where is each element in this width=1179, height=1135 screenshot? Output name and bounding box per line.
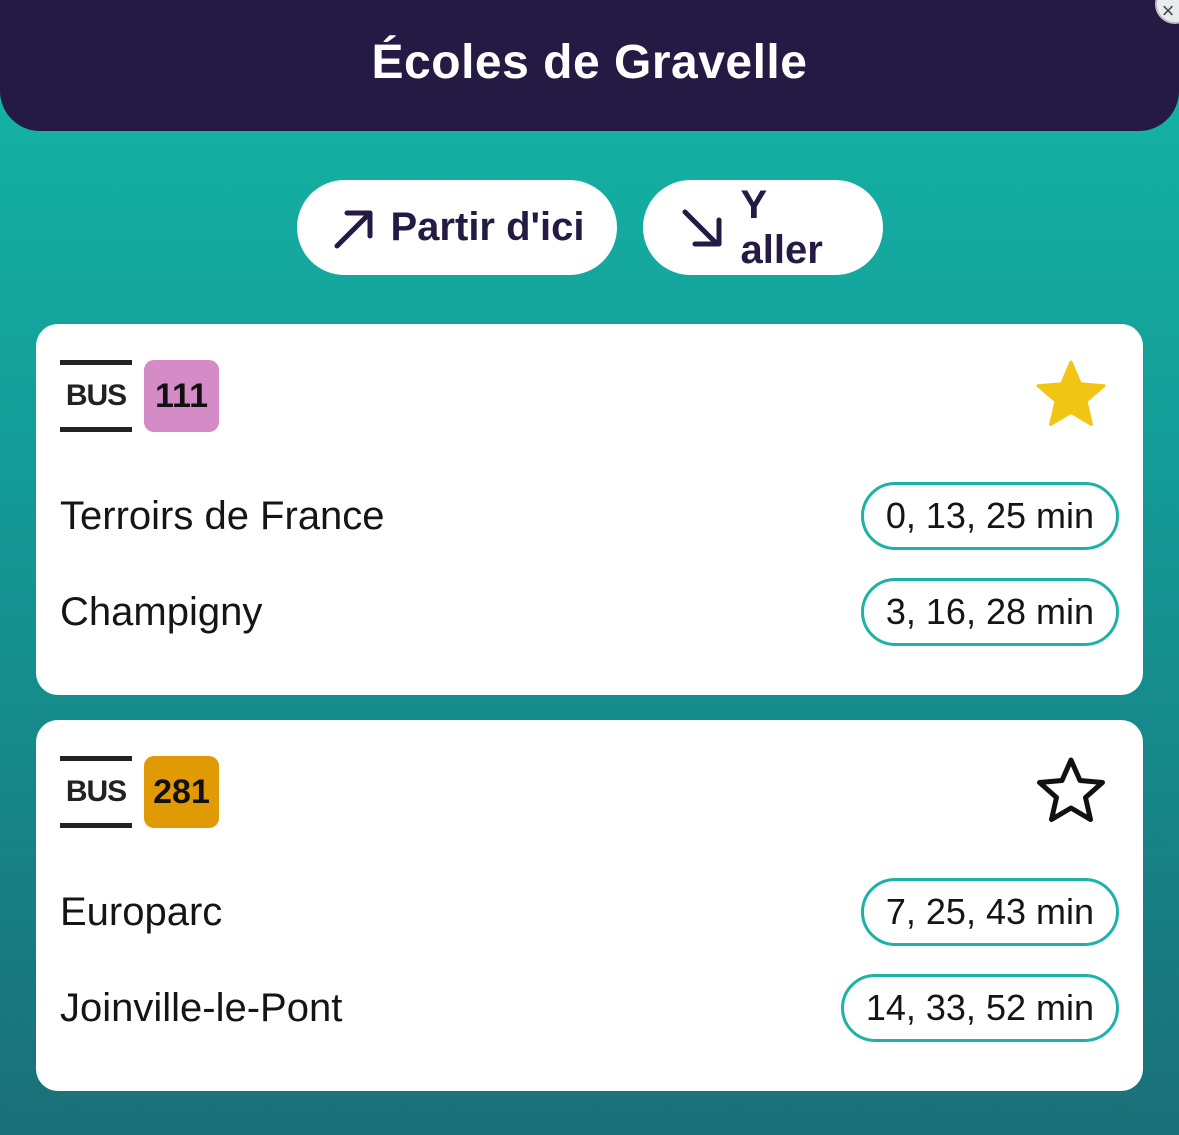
destination-label: Europarc: [60, 889, 223, 934]
stop-header: Écoles de Gravelle ×: [0, 0, 1179, 131]
next-departures-badge: 0, 13, 25 min: [860, 482, 1119, 550]
destination-label: Champigny: [60, 589, 263, 634]
arrow-down-right-icon: [682, 209, 721, 246]
line-badge: 281: [144, 756, 219, 828]
bus-mode-icon: BUS: [60, 756, 132, 828]
departure-row[interactable]: Terroirs de France 0, 13, 25 min: [60, 480, 1119, 552]
bus-mode-icon: BUS: [60, 360, 132, 432]
stop-title: Écoles de Gravelle: [371, 36, 808, 89]
destination-label: Terroirs de France: [60, 493, 385, 538]
arrow-up-right-icon: [334, 210, 372, 248]
go-there-button[interactable]: Y aller: [642, 180, 883, 275]
close-icon[interactable]: ×: [1155, 0, 1179, 24]
next-departures-badge: 3, 16, 28 min: [860, 578, 1119, 646]
line-badge: 111: [144, 360, 219, 432]
departure-row[interactable]: Europarc 7, 25, 43 min: [60, 876, 1119, 948]
route-card: BUS 111 Terroirs de France 0, 13, 25 min…: [36, 324, 1143, 695]
depart-from-here-label: Partir d'ici: [390, 205, 585, 249]
departure-row[interactable]: Joinville-le-Pont 14, 33, 52 min: [60, 972, 1119, 1044]
departure-row[interactable]: Champigny 3, 16, 28 min: [60, 576, 1119, 648]
star-outline-icon[interactable]: [1033, 754, 1109, 830]
depart-from-here-button[interactable]: Partir d'ici: [296, 180, 617, 275]
go-there-label: Y aller: [740, 182, 823, 272]
destination-label: Joinville-le-Pont: [60, 985, 343, 1030]
star-filled-icon[interactable]: [1033, 358, 1109, 434]
next-departures-badge: 7, 25, 43 min: [860, 878, 1119, 946]
trip-actions: Partir d'ici Y aller: [0, 180, 1179, 275]
next-departures-badge: 14, 33, 52 min: [840, 974, 1119, 1042]
route-card: BUS 281 Europarc 7, 25, 43 min Joinville…: [36, 720, 1143, 1091]
